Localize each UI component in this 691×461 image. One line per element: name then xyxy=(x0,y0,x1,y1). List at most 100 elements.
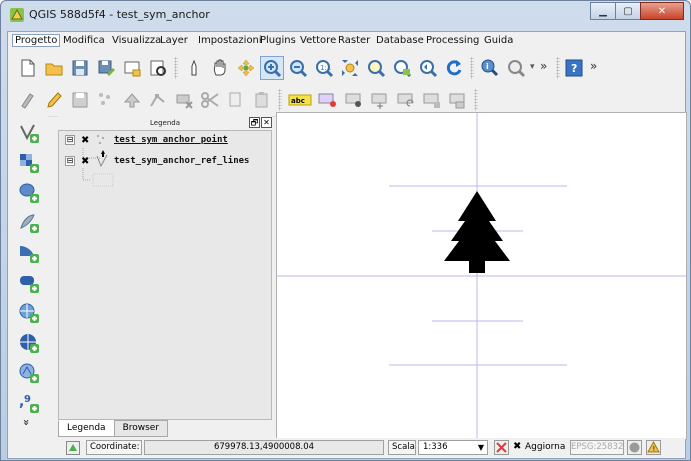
pan-icon[interactable] xyxy=(210,58,230,78)
menu-plugins[interactable]: Plugins xyxy=(260,35,296,46)
move-label-icon[interactable] xyxy=(370,90,390,110)
label-tool-icon[interactable] xyxy=(448,90,468,110)
zoom-to-layer-icon[interactable] xyxy=(392,58,412,78)
messages-warning-icon[interactable]: ! xyxy=(646,440,661,455)
delete-selected-icon[interactable] xyxy=(174,90,194,110)
tree-symbol-icon xyxy=(444,191,510,273)
toolbar-separator xyxy=(474,89,478,111)
manage-layers-toolbar: ,9 » xyxy=(8,116,48,436)
layer-visibility-checkbox[interactable]: ✖ xyxy=(81,135,90,145)
identify-icon[interactable]: i xyxy=(480,58,500,78)
pin-label-icon[interactable] xyxy=(318,90,338,110)
save-as-icon[interactable] xyxy=(96,58,116,78)
pan-touch-icon[interactable] xyxy=(184,58,204,78)
zoom-out-icon[interactable] xyxy=(288,58,308,78)
menu-guida[interactable]: Guida xyxy=(484,35,513,46)
coord-value-field[interactable]: 679978.13,4900008.04 xyxy=(144,440,384,455)
new-project-icon[interactable] xyxy=(18,58,38,78)
add-wms-layer-icon[interactable] xyxy=(18,302,40,324)
add-raster-layer-icon[interactable] xyxy=(18,152,40,174)
menu-impostazioni[interactable]: Impostazioni xyxy=(198,35,262,46)
layer-row-ref-lines[interactable]: ⊟ ✖ test_sym_anchor_ref_lines xyxy=(65,153,249,169)
rotate-label-icon[interactable] xyxy=(396,90,416,110)
title-bar[interactable]: QGIS 588d5f4 - test_sym_anchor ▁ ▢ ✕ xyxy=(1,1,690,29)
crs-globe-icon[interactable] xyxy=(627,440,642,455)
map-render xyxy=(277,113,686,439)
refresh-icon[interactable] xyxy=(444,58,464,78)
menu-raster[interactable]: Raster xyxy=(338,35,370,46)
panel-buttons: 🗗 ✕ xyxy=(248,117,272,128)
stop-render-icon[interactable] xyxy=(494,440,509,455)
overflow-icon[interactable]: » xyxy=(540,59,547,73)
toolbar-separator xyxy=(174,57,178,79)
add-oracle-layer-icon[interactable] xyxy=(18,272,40,294)
minimize-button[interactable]: ▁ xyxy=(590,2,616,20)
add-spatialite-layer-icon[interactable] xyxy=(18,212,40,234)
maximize-button[interactable]: ▢ xyxy=(615,2,641,20)
menu-modifica[interactable]: Modifica xyxy=(63,35,105,46)
toggle-extents-icon[interactable] xyxy=(66,441,80,455)
pan-to-selection-icon[interactable] xyxy=(236,58,256,78)
add-wfs-layer-icon[interactable] xyxy=(18,362,40,384)
open-project-icon[interactable] xyxy=(44,58,64,78)
change-label-icon[interactable] xyxy=(422,90,442,110)
zoom-in-icon[interactable] xyxy=(262,58,282,78)
render-checkbox[interactable]: ✖ xyxy=(513,441,521,452)
move-feature-icon[interactable] xyxy=(122,90,142,110)
qgis-window: QGIS 588d5f4 - test_sym_anchor ▁ ▢ ✕ Pro… xyxy=(0,0,691,461)
node-tool-icon[interactable] xyxy=(148,90,168,110)
menu-processing[interactable]: Processing xyxy=(426,35,479,46)
new-print-composer-icon[interactable] xyxy=(122,58,142,78)
save-project-icon[interactable] xyxy=(70,58,90,78)
zoom-to-selection-icon[interactable] xyxy=(366,58,386,78)
tab-legenda[interactable]: Legenda xyxy=(58,420,115,437)
more-icon[interactable]: » xyxy=(20,419,33,426)
cut-features-icon[interactable] xyxy=(200,90,220,110)
label-icon[interactable]: abc xyxy=(288,90,312,110)
layer-row-anchor-point[interactable]: ⊟ ✖ test_sym_anchor_point xyxy=(65,132,228,148)
zoom-native-icon[interactable]: 1:1 xyxy=(314,58,334,78)
scale-combobox[interactable]: 1:336 ▼ xyxy=(418,440,488,455)
add-mssql-layer-icon[interactable] xyxy=(18,242,40,264)
menu-progetto[interactable]: Progetto xyxy=(12,34,61,47)
add-wcs-layer-icon[interactable] xyxy=(18,332,40,354)
add-delimited-text-icon[interactable]: ,9 xyxy=(18,392,40,414)
map-canvas[interactable] xyxy=(276,112,687,440)
overflow-icon-2[interactable]: » xyxy=(590,59,597,73)
dropdown-arrow-icon[interactable]: ▾ xyxy=(530,62,535,72)
tab-browser[interactable]: Browser xyxy=(113,420,169,437)
menu-database[interactable]: Database xyxy=(376,35,424,46)
zoom-last-icon[interactable] xyxy=(418,58,438,78)
crs-button[interactable]: EPSG:25832 xyxy=(570,440,624,455)
layer-visibility-checkbox[interactable]: ✖ xyxy=(81,156,90,166)
collapse-icon[interactable]: ⊟ xyxy=(65,135,75,145)
add-postgis-layer-icon[interactable] xyxy=(18,182,40,204)
point-layer-icon xyxy=(97,135,104,144)
toolbar-separator xyxy=(556,57,560,79)
menu-vettore[interactable]: Vettore xyxy=(300,35,336,46)
help-icon[interactable]: ? xyxy=(564,58,584,78)
menu-visualizza[interactable]: Visualizza xyxy=(112,35,161,46)
close-button[interactable]: ✕ xyxy=(640,2,684,20)
add-vector-layer-icon[interactable] xyxy=(18,122,40,144)
menu-bar: Progetto Modifica Visualizza Layer Impos… xyxy=(8,32,685,52)
close-panel-button[interactable]: ✕ xyxy=(261,117,272,128)
show-hide-label-icon[interactable] xyxy=(344,90,364,110)
float-panel-button[interactable]: 🗗 xyxy=(249,117,260,128)
menu-layer[interactable]: Layer xyxy=(160,35,188,46)
zoom-full-icon[interactable] xyxy=(340,58,360,78)
toggle-editing-icon[interactable] xyxy=(44,90,64,110)
main-area: Progetto Modifica Visualizza Layer Impos… xyxy=(7,31,687,459)
layer-name: test_sym_anchor_point xyxy=(114,135,228,145)
measure-icon[interactable] xyxy=(506,58,526,78)
svg-text:9: 9 xyxy=(24,394,31,405)
copy-features-icon[interactable] xyxy=(226,90,246,110)
collapse-icon[interactable]: ⊟ xyxy=(65,156,75,166)
dock-tabs: Legenda Browser xyxy=(58,420,169,437)
add-feature-icon[interactable] xyxy=(96,90,116,110)
save-edits-icon[interactable] xyxy=(70,90,90,110)
current-edits-icon[interactable] xyxy=(18,90,38,110)
paste-features-icon[interactable] xyxy=(252,90,272,110)
composer-manager-icon[interactable] xyxy=(148,58,168,78)
chevron-down-icon[interactable]: ▼ xyxy=(478,441,484,454)
